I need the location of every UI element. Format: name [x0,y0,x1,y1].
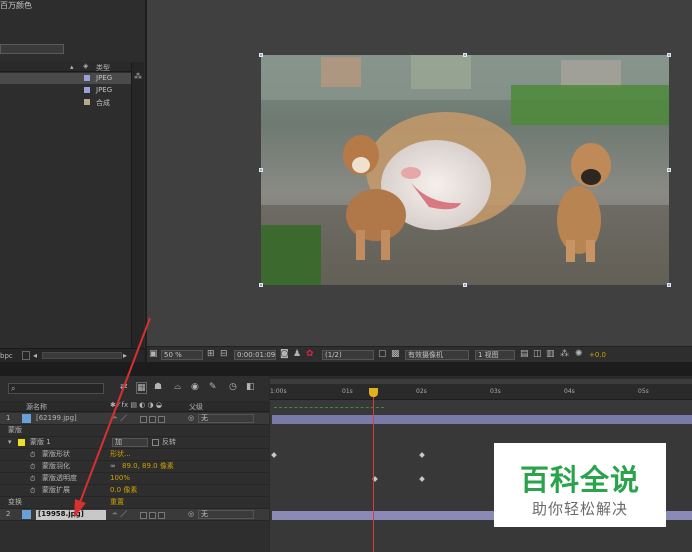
watermark-subtitle: 助你轻松解决 [531,500,628,518]
baike-watermark: 百科全说 助你轻松解决 [494,443,666,527]
watermark-title: 百科全说 [519,463,640,497]
